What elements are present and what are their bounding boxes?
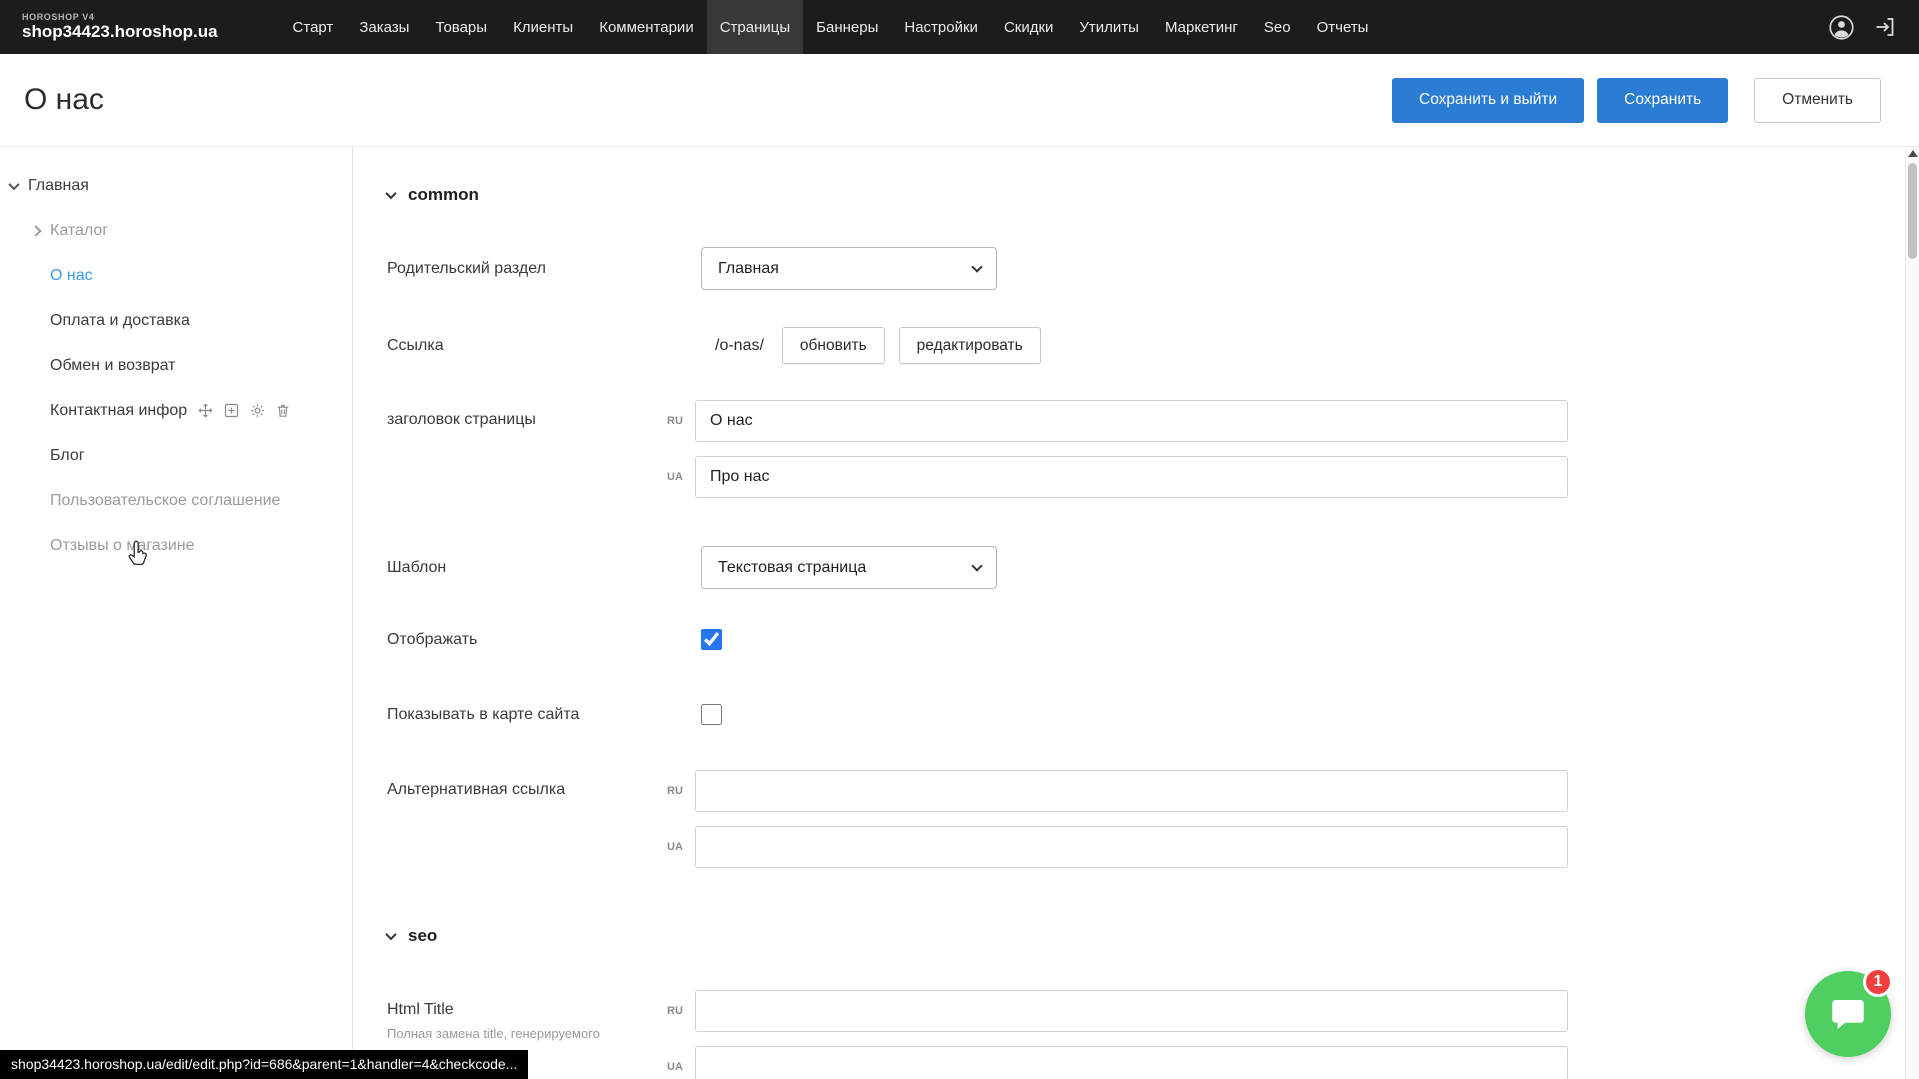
sidebar-item-blog[interactable]: Блог xyxy=(0,433,352,478)
trash-icon[interactable] xyxy=(275,402,291,419)
gear-icon[interactable] xyxy=(249,402,266,419)
page-title: О нас xyxy=(24,83,104,117)
lang-ru-badge: RU xyxy=(667,785,695,797)
lang-ru-badge: RU xyxy=(667,1005,695,1017)
link-edit-button[interactable]: редактировать xyxy=(899,327,1041,364)
save-and-exit-button[interactable]: Сохранить и выйти xyxy=(1392,78,1584,123)
link-label: Ссылка xyxy=(387,337,701,355)
alt-link-label: Альтернативная ссылка xyxy=(387,781,667,799)
link-path-value: /o-nas/ xyxy=(715,337,764,355)
parent-section-select[interactable]: Главная xyxy=(701,247,997,290)
nav-item-start[interactable]: Старт xyxy=(280,0,347,54)
lang-ua-badge: UA xyxy=(667,1061,695,1073)
section-seo-label: seo xyxy=(408,926,437,946)
brand-domain: shop34423.horoshop.ua xyxy=(22,23,218,41)
sidebar-item-label: Пользовательское соглашение xyxy=(50,492,280,510)
page-header: О нас Сохранить и выйти Сохранить Отмени… xyxy=(0,54,1919,146)
section-common-label: common xyxy=(408,185,479,205)
parent-section-value: Главная xyxy=(718,260,779,278)
html-title-ru-input[interactable] xyxy=(695,990,1568,1032)
nav-item-banners[interactable]: Баннеры xyxy=(803,0,891,54)
page-edit-form: common Родительский раздел Главная Ссылк… xyxy=(353,147,1919,1079)
page-title-ua-input[interactable] xyxy=(695,456,1568,498)
scrollbar[interactable] xyxy=(1905,147,1919,1079)
nav-item-seo[interactable]: Seo xyxy=(1251,0,1304,54)
page-title-ru-input[interactable] xyxy=(695,400,1568,442)
sidebar-item-label: Главная xyxy=(28,177,89,195)
scrollbar-thumb[interactable] xyxy=(1908,163,1917,259)
sidebar-item-exchange-return[interactable]: Обмен и возврат xyxy=(0,343,352,388)
content-area: Главная Каталог О нас Оплата и доставка … xyxy=(0,146,1919,1079)
html-title-label: Html Title xyxy=(387,1001,667,1019)
nav-item-products[interactable]: Товары xyxy=(422,0,500,54)
top-bar: HOROSHOP V4 shop34423.horoshop.ua Старт … xyxy=(0,0,1919,54)
brand-logo[interactable]: HOROSHOP V4 shop34423.horoshop.ua xyxy=(22,13,218,40)
link-update-button[interactable]: обновить xyxy=(782,327,885,364)
nav-item-marketing[interactable]: Маркетинг xyxy=(1152,0,1251,54)
sidebar-item-contact-info[interactable]: Контактная инфор xyxy=(0,388,352,433)
sidebar-item-label: Каталог xyxy=(50,222,108,240)
html-title-ua-input[interactable] xyxy=(695,1046,1568,1079)
lang-ru-badge: RU xyxy=(667,415,695,427)
sidebar-item-label: Блог xyxy=(50,447,85,465)
status-url: shop34423.horoshop.ua/edit/edit.php?id=6… xyxy=(0,1050,528,1079)
sidebar-item-payment-delivery[interactable]: Оплата и доставка xyxy=(0,298,352,343)
sidebar-item-label: О нас xyxy=(50,267,93,285)
chat-unread-badge: 1 xyxy=(1863,967,1893,997)
chevron-down-icon xyxy=(385,188,396,199)
html-title-hint: Полная замена title, генерируемого xyxy=(387,1026,647,1042)
lang-ua-badge: UA xyxy=(667,841,695,853)
pages-tree-sidebar: Главная Каталог О нас Оплата и доставка … xyxy=(0,147,353,1079)
section-common-header[interactable]: common xyxy=(387,185,1919,205)
sidebar-item-home[interactable]: Главная xyxy=(0,163,352,208)
sitemap-label: Показывать в карте сайта xyxy=(387,706,701,724)
nav-item-utilities[interactable]: Утилиты xyxy=(1066,0,1152,54)
template-select[interactable]: Текстовая страница xyxy=(701,546,997,589)
page-title-label: заголовок страницы xyxy=(387,411,667,429)
scroll-up-icon[interactable] xyxy=(1908,150,1918,157)
template-value: Текстовая страница xyxy=(718,559,866,577)
section-seo-header[interactable]: seo xyxy=(387,926,1919,946)
chevron-down-icon[interactable] xyxy=(8,178,19,189)
nav-item-pages[interactable]: Страницы xyxy=(707,0,803,54)
sidebar-item-label: Обмен и возврат xyxy=(50,357,175,375)
nav-item-discounts[interactable]: Скидки xyxy=(991,0,1066,54)
nav-item-reports[interactable]: Отчеты xyxy=(1304,0,1382,54)
sidebar-item-label: Оплата и доставка xyxy=(50,312,190,330)
template-label: Шаблон xyxy=(387,559,701,577)
main-nav: Старт Заказы Товары Клиенты Комментарии … xyxy=(280,0,1382,54)
display-label: Отображать xyxy=(387,631,701,649)
alt-link-ru-input[interactable] xyxy=(695,770,1568,812)
chevron-down-icon xyxy=(971,261,982,272)
sidebar-item-catalog[interactable]: Каталог xyxy=(0,208,352,253)
nav-item-comments[interactable]: Комментарии xyxy=(586,0,706,54)
chat-button[interactable]: 1 xyxy=(1805,971,1891,1057)
chevron-right-icon[interactable] xyxy=(30,225,41,236)
user-account-icon[interactable] xyxy=(1828,14,1855,41)
sidebar-item-label: Контактная инфор xyxy=(50,402,187,420)
lang-ua-badge: UA xyxy=(667,471,695,483)
parent-section-label: Родительский раздел xyxy=(387,260,701,278)
sidebar-item-about[interactable]: О нас xyxy=(0,253,352,298)
add-page-icon[interactable] xyxy=(223,402,240,419)
nav-item-clients[interactable]: Клиенты xyxy=(500,0,586,54)
alt-link-ua-input[interactable] xyxy=(695,826,1568,868)
sidebar-item-store-reviews[interactable]: Отзывы о магазине xyxy=(0,523,352,568)
nav-item-orders[interactable]: Заказы xyxy=(346,0,422,54)
display-checkbox[interactable] xyxy=(701,629,722,650)
logout-icon[interactable] xyxy=(1873,15,1897,39)
cancel-button[interactable]: Отменить xyxy=(1754,78,1881,123)
save-button[interactable]: Сохранить xyxy=(1597,78,1728,123)
drag-move-icon[interactable] xyxy=(197,402,214,419)
chat-icon xyxy=(1827,993,1869,1035)
chevron-down-icon xyxy=(385,929,396,940)
sidebar-item-label: Отзывы о магазине xyxy=(50,537,195,555)
sitemap-checkbox[interactable] xyxy=(701,704,722,725)
sidebar-item-user-agreement[interactable]: Пользовательское соглашение xyxy=(0,478,352,523)
chevron-down-icon xyxy=(971,560,982,571)
nav-item-settings[interactable]: Настройки xyxy=(891,0,991,54)
